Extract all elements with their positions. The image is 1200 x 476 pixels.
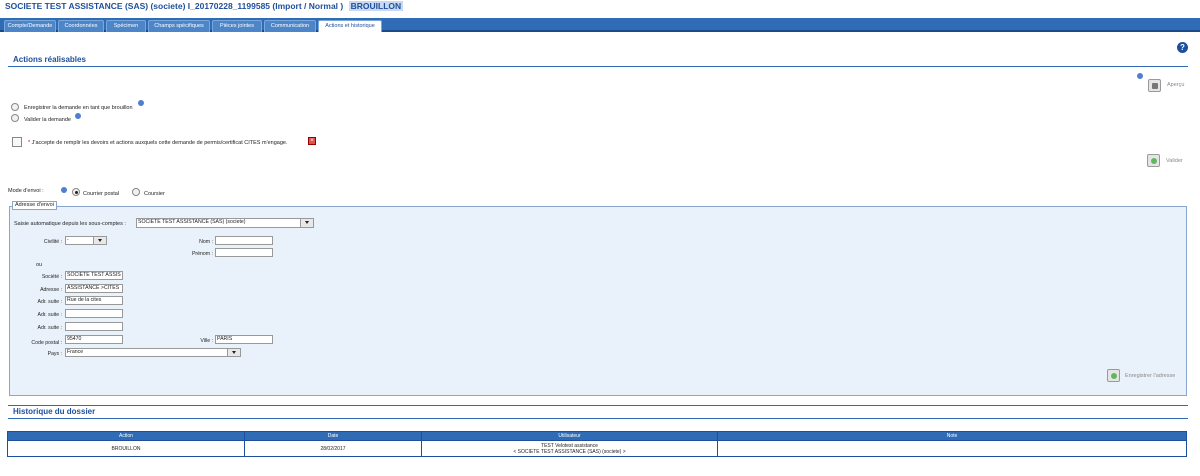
societe-input[interactable]: SOCIETE TEST ASSIS xyxy=(65,271,123,280)
adresse-label: Adresse : xyxy=(40,287,62,293)
adr-suite-input-3[interactable] xyxy=(65,322,123,331)
chevron-down-icon xyxy=(93,237,106,244)
adr-suite-label: Adr. suite : xyxy=(37,299,62,305)
tab-coordonnees[interactable]: Coordonnées xyxy=(58,20,104,32)
help-icon[interactable]: ? xyxy=(1177,42,1188,53)
cell-note xyxy=(717,440,1187,457)
radio-coursier[interactable] xyxy=(132,188,140,196)
cell-user: TEST Velotest assistance < SOCIETE TEST … xyxy=(421,440,718,457)
info-icon[interactable] xyxy=(61,187,67,193)
page-title: SOCIETE TEST ASSISTANCE (SAS) (societe) … xyxy=(5,1,404,11)
section-actions-heading: Actions réalisables xyxy=(13,55,86,64)
column-header: Utilisateur xyxy=(421,431,718,441)
civilite-select[interactable]: - xyxy=(65,236,107,245)
radio-brouillon[interactable] xyxy=(11,103,19,111)
save-address-label: Enregistrer l'adresse xyxy=(1125,373,1176,379)
historique-table: Action Date Utilisateur Note BROUILLON 2… xyxy=(7,431,1187,457)
preview-icon xyxy=(1152,83,1158,89)
ou-label: ou xyxy=(36,262,43,268)
accept-text: J'accepte de remplir les devoirs et acti… xyxy=(31,140,288,146)
radio-courrier-postal-label: Courrier postal xyxy=(83,191,120,197)
tab-bar: Compte/Demande Coordonnées Spécimen Cham… xyxy=(0,18,1200,32)
tab-compte-demande[interactable]: Compte/Demande xyxy=(4,20,56,32)
page-title-text: SOCIETE TEST ASSISTANCE (SAS) (societe) … xyxy=(5,1,344,11)
info-icon[interactable] xyxy=(75,113,81,119)
adr-suite-label: Adr. suite : xyxy=(37,325,62,331)
accept-checkbox[interactable] xyxy=(12,137,22,147)
info-icon[interactable] xyxy=(1137,73,1143,79)
check-icon xyxy=(1111,373,1117,379)
tab-communication[interactable]: Communication xyxy=(264,20,316,32)
tab-actions-historique[interactable]: Actions et historique xyxy=(318,20,382,32)
tab-pieces-jointes[interactable]: Pièces jointes xyxy=(212,20,262,32)
auto-fill-select[interactable]: SOCIETE TEST ASSISTANCE (SAS) (societe) xyxy=(136,218,314,228)
pays-value: France xyxy=(67,349,84,355)
column-header: Date xyxy=(244,431,422,441)
prenom-label: Prénom : xyxy=(191,251,213,257)
chevron-down-icon xyxy=(300,219,313,227)
tab-champs-specifiques[interactable]: Champs spécifiques xyxy=(148,20,210,32)
adresse-input[interactable]: ASSISTANCE >CITES xyxy=(65,284,123,293)
radio-valider-label: Valider la demande xyxy=(24,117,71,123)
chevron-down-icon xyxy=(227,349,240,356)
table-row: BROUILLON 28/02/2017 TEST Velotest assis… xyxy=(7,440,1187,457)
auto-fill-value: SOCIETE TEST ASSISTANCE (SAS) (societe) xyxy=(138,219,246,225)
status-badge: BROUILLON xyxy=(348,1,404,11)
nom-label: Nom : xyxy=(199,239,213,245)
pays-label: Pays : xyxy=(47,351,62,357)
cell-action: BROUILLON xyxy=(7,440,245,457)
apercu-label: Aperçu xyxy=(1167,82,1185,88)
ville-input[interactable]: PARIS xyxy=(215,335,273,344)
radio-coursier-label: Coursier xyxy=(144,191,165,197)
info-icon[interactable] xyxy=(138,100,144,106)
table-header-row: Action Date Utilisateur Note xyxy=(7,431,1187,441)
ville-label: Ville : xyxy=(200,338,213,344)
tab-specimen[interactable]: Spécimen xyxy=(106,20,146,32)
address-legend: Adresse d'envoi xyxy=(12,201,57,210)
cell-date: 28/02/2017 xyxy=(244,440,422,457)
required-marker: * xyxy=(28,140,31,146)
save-address-button[interactable] xyxy=(1107,369,1120,382)
user-company: < SOCIETE TEST ASSISTANCE (SAS) (societe… xyxy=(513,448,626,455)
check-icon xyxy=(1151,158,1157,164)
close-icon[interactable]: × xyxy=(308,137,316,145)
civilite-value: - xyxy=(67,237,69,243)
section-divider xyxy=(8,405,1188,406)
address-fieldset xyxy=(9,206,1187,396)
adr-suite-label: Adr. suite : xyxy=(37,312,62,318)
prenom-input[interactable] xyxy=(215,248,273,257)
radio-brouillon-label: Enregistrer la demande en tant que broui… xyxy=(24,105,133,111)
code-postal-label: Code postal : xyxy=(31,340,62,346)
radio-courrier-postal[interactable] xyxy=(72,188,80,196)
societe-label: Société : xyxy=(41,274,62,280)
pays-select[interactable]: France xyxy=(65,348,241,357)
accept-label: * J'accepte de remplir les devoirs et ac… xyxy=(28,140,288,146)
column-header: Note xyxy=(717,431,1187,441)
valider-label: Valider xyxy=(1166,158,1183,164)
nom-input[interactable] xyxy=(215,236,273,245)
column-header: Action xyxy=(7,431,245,441)
adr-suite-input-1[interactable]: Rue de la cites xyxy=(65,296,123,305)
valider-button[interactable] xyxy=(1147,154,1160,167)
adr-suite-input-2[interactable] xyxy=(65,309,123,318)
section-divider xyxy=(8,66,1188,67)
mode-envoi-label: Mode d'envoi : xyxy=(8,188,44,194)
section-divider xyxy=(8,418,1188,419)
code-postal-input[interactable]: 95470 xyxy=(65,335,123,344)
radio-valider[interactable] xyxy=(11,114,19,122)
auto-fill-label: Saisie automatique depuis les sous-compt… xyxy=(14,221,126,227)
civilite-label: Civilité : xyxy=(43,239,62,245)
section-historique-heading: Historique du dossier xyxy=(13,407,96,416)
apercu-button[interactable] xyxy=(1148,79,1161,92)
